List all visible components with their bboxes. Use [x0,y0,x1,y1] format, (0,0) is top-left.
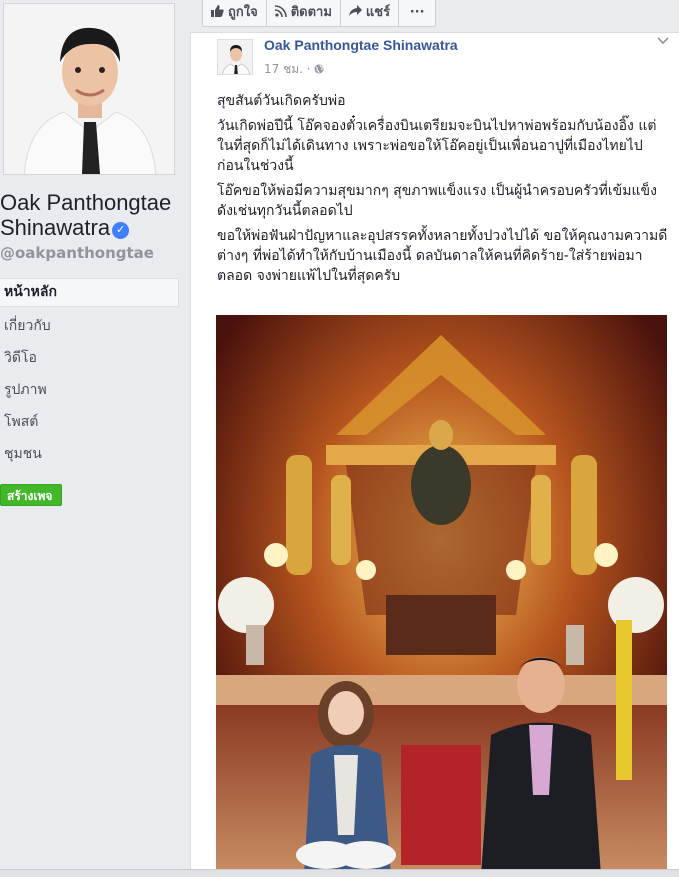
like-label: ถูกใจ [228,5,258,20]
post-author-name[interactable]: Oak Panthongtae Shinawatra [264,37,458,53]
page-name-line2-text: Shinawatra [0,215,111,240]
post-author-avatar[interactable] [217,39,253,75]
post-paragraph: วันเกิดพ่อปีนี้ โอ๊คจองตั๋วเครื่องบินเตร… [217,118,657,174]
create-page-button[interactable]: สร้างเพจ [0,484,63,506]
share-label: แชร์ [365,5,391,20]
profile-picture[interactable] [3,3,175,175]
page-name-line1: Oak Panthongtae [0,190,172,215]
post-photo[interactable] [216,315,667,875]
post-timestamp[interactable]: 17 ชม. · [264,62,314,76]
post-paragraph: โอ๊คขอให้พ่อมีความสุขมากๆ สุขภาพแข็งแรง … [217,183,657,219]
share-arrow-icon [348,0,362,26]
nav-item-about[interactable]: เกี่ยวกับ [0,310,179,342]
globe-icon [314,62,324,76]
more-options-button[interactable]: ··· [399,0,435,26]
follow-label: ติดตาม [290,5,332,20]
post-body: สุขสันต์วันเกิดครับพ่อ วันเกิดพ่อปีนี้ โ… [217,91,669,291]
thumbs-up-icon [211,0,224,26]
rss-icon [274,0,287,26]
like-button[interactable]: ถูกใจ [203,0,267,26]
nav-item-posts[interactable]: โพสต์ [0,406,179,438]
bottom-scroll-bar [0,869,679,877]
page-handle[interactable]: @oakpanthongtae [0,244,154,262]
nav-item-photos[interactable]: รูปภาพ [0,374,179,406]
page-nav: หน้าหลัก เกี่ยวกับ วิดีโอ รูปภาพ โพสต์ ช… [0,278,179,470]
share-button[interactable]: แชร์ [341,0,400,26]
post-card: Oak Panthongtae Shinawatra 17 ชม. · สุขส… [190,32,679,877]
post-paragraph: สุขสันต์วันเกิดครับพ่อ [217,93,346,109]
page-action-bar: ถูกใจ ติดตาม แชร์ ··· [202,0,437,27]
page-name-line2: Shinawatra ✓ [0,215,182,240]
nav-item-community[interactable]: ชุมชน [0,438,179,470]
follow-button[interactable]: ติดตาม [267,0,341,26]
post-meta: 17 ชม. · [264,60,324,79]
nav-item-videos[interactable]: วิดีโอ [0,342,179,374]
verified-badge-icon: ✓ [112,222,130,239]
page-name[interactable]: Oak Panthongtae Shinawatra ✓ [0,190,182,240]
page-sidebar: Oak Panthongtae Shinawatra ✓ @oakpanthong… [0,0,182,877]
post-paragraph: ขอให้พ่อฟันฝ่าปัญหาและอุปสรรคทั้งหลายทั้… [217,228,668,284]
nav-item-home[interactable]: หน้าหลัก [0,278,179,307]
post-options-chevron-icon[interactable] [657,33,669,49]
